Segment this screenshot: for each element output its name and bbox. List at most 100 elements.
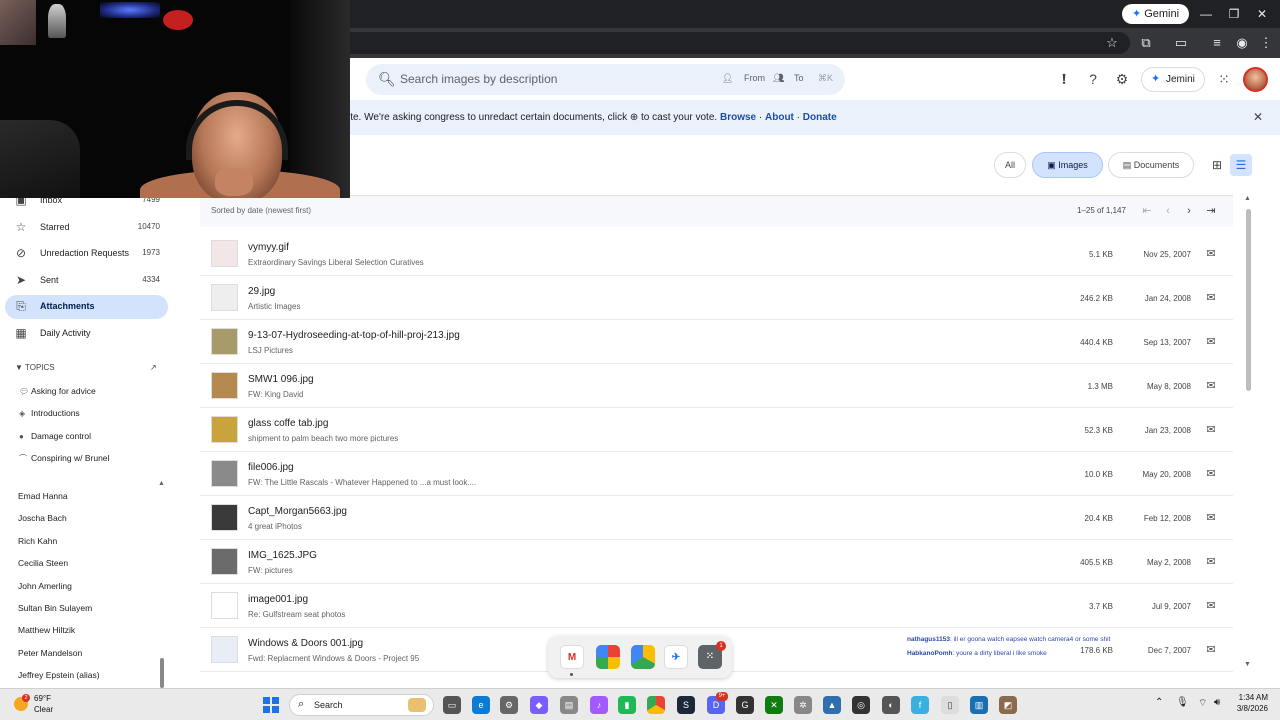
- mail-icon[interactable]: ✉: [1204, 335, 1218, 349]
- list-view-icon[interactable]: ☰: [1230, 154, 1252, 176]
- music-icon[interactable]: ♪: [590, 696, 608, 714]
- mail-icon[interactable]: ✉: [1204, 555, 1218, 569]
- file-name[interactable]: SMW1 096.jpg: [248, 374, 314, 385]
- contact-item[interactable]: Sultan Bin Sulayem: [18, 603, 92, 613]
- steam-icon[interactable]: S: [677, 696, 695, 714]
- cast-icon[interactable]: ▭: [1171, 33, 1191, 53]
- scroll-up-icon[interactable]: ▲: [1244, 195, 1251, 202]
- wifi-icon[interactable]: ⌔: [1198, 697, 1207, 710]
- table-row[interactable]: vymyy.gif Extraordinary Savings Liberal S…: [200, 232, 1233, 276]
- prev-page-icon[interactable]: ‹: [1159, 202, 1177, 220]
- sidebar-item-daily-activity[interactable]: ▦ Daily Activity: [5, 322, 168, 346]
- scroll-down-icon[interactable]: ▼: [1244, 661, 1251, 668]
- file-name[interactable]: glass coffe tab.jpg: [248, 418, 328, 429]
- search-input[interactable]: Search images by description: [400, 72, 557, 86]
- profile-icon[interactable]: ◉: [1232, 33, 1252, 53]
- topics-header[interactable]: ▼ TOPICS ↗: [15, 363, 157, 372]
- from-filter[interactable]: From: [744, 73, 765, 83]
- donate-link[interactable]: Donate: [803, 112, 837, 123]
- last-page-icon[interactable]: ⇥: [1202, 202, 1220, 220]
- close-banner-icon[interactable]: ✕: [1253, 110, 1263, 124]
- thumbnail[interactable]: [211, 416, 238, 443]
- chrome-icon[interactable]: [647, 696, 665, 714]
- table-row[interactable]: glass coffe tab.jpg shipment to palm beac…: [200, 408, 1233, 452]
- gmail-icon[interactable]: M: [560, 645, 584, 669]
- contact-item[interactable]: Emad Hanna: [18, 491, 68, 501]
- restore-icon[interactable]: ❐: [1224, 4, 1244, 24]
- avatar[interactable]: [1243, 67, 1268, 92]
- taskbar-search[interactable]: ⌕ Search: [289, 694, 434, 716]
- windows-start-icon[interactable]: [263, 697, 279, 713]
- contact-item[interactable]: Jeffrey Epstein (alias): [18, 670, 100, 680]
- file-name[interactable]: Windows & Doors 001.jpg: [248, 638, 363, 649]
- app-icon[interactable]: ▤: [560, 696, 578, 714]
- table-row[interactable]: SMW1 096.jpg FW: King David 1.3 MB May 8, 2…: [200, 364, 1233, 408]
- notepad-icon[interactable]: ▯: [941, 696, 959, 714]
- tray-chevron-icon[interactable]: ⌃: [1155, 697, 1163, 708]
- next-page-icon[interactable]: ›: [1180, 202, 1198, 220]
- contact-item[interactable]: John Amerling: [18, 581, 72, 591]
- topic-item[interactable]: ⌒ Conspiring w/ Brunel: [19, 453, 109, 464]
- table-row[interactable]: 29.jpg Artistic Images 246.2 KB Jan 24, 200…: [200, 276, 1233, 320]
- gemini-button[interactable]: ✦ Gemini: [1122, 4, 1190, 24]
- table-row[interactable]: file006.jpg FW: The Little Rascals - What…: [200, 452, 1233, 496]
- filter-all[interactable]: All: [994, 152, 1026, 178]
- photos-app-icon[interactable]: ▲: [823, 696, 841, 714]
- close-window-icon[interactable]: ✕: [1252, 4, 1272, 24]
- menu-kebab-icon[interactable]: ⋮: [1256, 33, 1276, 53]
- thumbnail[interactable]: [211, 328, 238, 355]
- thumbnail[interactable]: [211, 592, 238, 619]
- clock[interactable]: 1:34 AM 3/8/2026: [1228, 693, 1268, 713]
- jemini-button[interactable]: ✦ Jemini: [1141, 67, 1205, 92]
- app-icon[interactable]: ▮: [618, 696, 636, 714]
- extensions-icon[interactable]: ⧉: [1136, 33, 1156, 53]
- table-row[interactable]: IMG_1625.JPG FW: pictures 405.5 KB May 2, 2…: [200, 540, 1233, 584]
- topic-item[interactable]: ◈ Introductions: [19, 408, 80, 418]
- mail-icon[interactable]: ✉: [1204, 643, 1218, 657]
- contact-item[interactable]: Peter Mandelson: [18, 648, 82, 658]
- about-link[interactable]: About: [765, 112, 794, 123]
- file-name[interactable]: image001.jpg: [248, 594, 308, 605]
- topic-item[interactable]: ● Damage control: [19, 431, 91, 441]
- filter-images[interactable]: ▣ Images: [1032, 152, 1103, 178]
- contact-item[interactable]: Matthew Hiltzik: [18, 625, 75, 635]
- file-name[interactable]: 29.jpg: [248, 286, 275, 297]
- photos-icon[interactable]: [596, 645, 620, 669]
- contact-item[interactable]: Joscha Bach: [18, 513, 67, 523]
- thumbnail[interactable]: [211, 548, 238, 575]
- file-name[interactable]: vymyy.gif: [248, 242, 289, 253]
- thumbnail[interactable]: [211, 636, 238, 663]
- to-filter[interactable]: To: [794, 73, 804, 83]
- task-view-icon[interactable]: ▭: [443, 696, 461, 714]
- thumbnail[interactable]: [211, 460, 238, 487]
- bookmark-star-icon[interactable]: ☆: [1102, 33, 1122, 53]
- thumbnail[interactable]: [211, 372, 238, 399]
- collapse-caret-icon[interactable]: ▲: [158, 480, 165, 487]
- app-icon[interactable]: ◎: [852, 696, 870, 714]
- reading-list-icon[interactable]: ≡: [1207, 33, 1227, 53]
- file-name[interactable]: Capt_Morgan5663.jpg: [248, 506, 347, 517]
- app-icon[interactable]: ▥: [970, 696, 988, 714]
- first-page-icon[interactable]: ⇤: [1138, 202, 1156, 220]
- help-icon[interactable]: ?: [1083, 69, 1103, 89]
- edge-icon[interactable]: e: [472, 696, 490, 714]
- copilot-icon[interactable]: ◆: [530, 696, 548, 714]
- table-row[interactable]: image001.jpg Re: Gulfstream seat photos 3.…: [200, 584, 1233, 628]
- address-bar[interactable]: [260, 32, 1130, 54]
- mail-icon[interactable]: ✉: [1204, 291, 1218, 305]
- filter-documents[interactable]: ▤ Documents: [1108, 152, 1194, 178]
- file-name[interactable]: 9-13-07-Hydroseeding-at-top-of-hill-proj…: [248, 330, 460, 341]
- table-row[interactable]: Capt_Morgan5663.jpg 4 great iPhotos 20.4 K…: [200, 496, 1233, 540]
- apps-grid-icon[interactable]: ⁙: [1214, 69, 1234, 89]
- contact-item[interactable]: Rich Kahn: [18, 536, 57, 546]
- drive-icon[interactable]: [631, 645, 655, 669]
- search-bar[interactable]: 🔍︎ Search images by description 👤︎ From …: [366, 64, 845, 95]
- sidebar-scroll-thumb[interactable]: [160, 658, 164, 688]
- app-icon[interactable]: G: [736, 696, 754, 714]
- mail-icon[interactable]: ✉: [1204, 379, 1218, 393]
- sidebar-item-sent[interactable]: ➤ Sent 4334: [5, 269, 168, 293]
- sidebar-item-unredaction-requests[interactable]: ⊘ Unredaction Requests 1973: [5, 242, 168, 266]
- thumbnail[interactable]: [211, 240, 238, 267]
- flights-icon[interactable]: ✈: [664, 645, 688, 669]
- main-scrollbar[interactable]: ▲ ▼: [1244, 195, 1252, 672]
